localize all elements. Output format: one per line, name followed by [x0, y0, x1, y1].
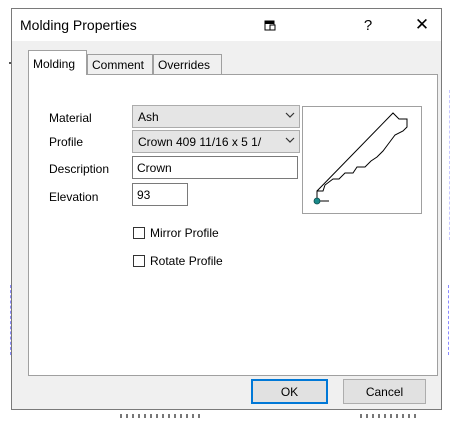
background-mark	[120, 414, 200, 418]
background-guide-line	[449, 90, 451, 240]
material-select[interactable]: Ash	[132, 105, 300, 128]
title-bar[interactable]: Molding Properties ? ✕	[12, 9, 441, 41]
rotate-profile-label: Rotate Profile	[150, 254, 223, 268]
profile-value: Crown 409 11/16 x 5 1/	[138, 135, 262, 149]
profile-label: Profile	[49, 135, 84, 149]
ok-button[interactable]: OK	[251, 379, 328, 404]
help-button[interactable]: ?	[350, 9, 386, 41]
cancel-button[interactable]: Cancel	[343, 379, 426, 404]
chevron-down-icon	[285, 135, 295, 148]
molding-tab-panel: Material Ash Profile Crown 409 11/16 x 5…	[28, 74, 438, 376]
tab-molding[interactable]: Molding	[28, 50, 87, 75]
anchor-point	[313, 197, 321, 205]
checkbox-box[interactable]	[133, 227, 145, 239]
crown-molding-profile-icon	[313, 112, 408, 205]
restore-window-icon[interactable]	[252, 9, 288, 41]
description-label: Description	[49, 162, 110, 176]
rotate-profile-checkbox[interactable]: Rotate Profile	[133, 253, 223, 269]
mirror-profile-checkbox[interactable]: Mirror Profile	[133, 225, 219, 241]
description-field[interactable]: Crown	[132, 156, 298, 179]
chevron-down-icon	[285, 110, 295, 123]
background-mark	[360, 414, 420, 418]
profile-preview	[302, 106, 422, 214]
dialog-title: Molding Properties	[20, 17, 137, 33]
close-button[interactable]: ✕	[404, 9, 440, 41]
background-guide-line	[448, 285, 450, 355]
profile-select[interactable]: Crown 409 11/16 x 5 1/	[132, 130, 300, 153]
material-label: Material	[49, 111, 92, 125]
tab-comment[interactable]: Comment	[87, 54, 153, 74]
elevation-field[interactable]: 93	[132, 183, 188, 206]
molding-properties-dialog: Molding Properties ? ✕ Molding Comment O…	[11, 8, 442, 410]
checkbox-box[interactable]	[133, 255, 145, 267]
material-value: Ash	[138, 110, 159, 124]
mirror-profile-label: Mirror Profile	[150, 226, 219, 240]
elevation-label: Elevation	[49, 190, 99, 204]
tab-overrides[interactable]: Overrides	[153, 54, 222, 74]
